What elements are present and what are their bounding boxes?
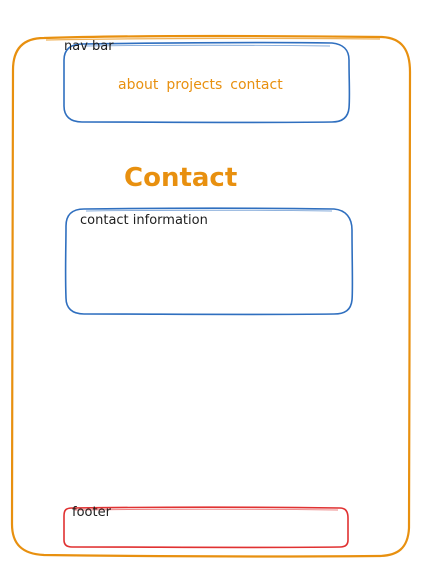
contact-info-label: contact information — [80, 213, 208, 228]
page-frame — [10, 34, 412, 558]
nav-links: about projects contact — [118, 78, 283, 92]
nav-link-about[interactable]: about — [118, 78, 158, 92]
nav-link-contact[interactable]: contact — [230, 78, 282, 92]
nav-bar-label: nav bar — [64, 39, 114, 54]
page-title: Contact — [124, 163, 238, 193]
nav-link-projects[interactable]: projects — [166, 78, 222, 92]
footer-label: footer — [72, 505, 111, 520]
